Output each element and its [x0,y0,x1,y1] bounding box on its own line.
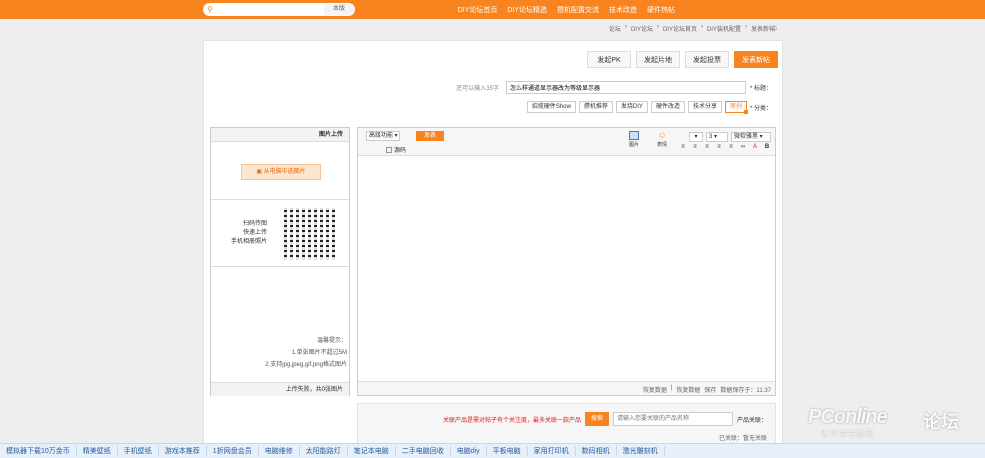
bottom-link[interactable]: 数码相机 [576,446,617,456]
product-label: 产品关联： [736,417,767,424]
post-panel: 发起PK 发起片地 发起投票 发表新帖 还可以输入35字 * 标题： 招揽硬件S… [203,40,783,446]
title-label: * 标题： [749,86,772,92]
product-warning: 关联产品是需对帖子有个关注度，最多关联一款产品 [442,417,581,424]
image-icon [628,131,639,140]
list-icon[interactable]: ≡ [715,144,723,150]
bold-icon[interactable]: B [763,144,771,150]
topnav-item-hot[interactable]: 硬件热帖 [642,5,680,15]
qr-code-icon [284,208,336,260]
emoji-icon: ☺ [657,130,667,140]
category-item[interactable]: 技术分享 [687,101,722,113]
font-color-icon[interactable]: A [751,144,759,150]
topnav-item-config[interactable]: 攒机配置交流 [552,5,604,15]
title-row: 还可以输入35字 * 标题： [456,81,772,94]
font-family-select[interactable]: 微软雅黑 ▾ [731,132,771,142]
topnav-item-home[interactable]: DIY论坛首页 [453,5,503,15]
upload-header: 图片上传 [211,128,349,142]
align-icon[interactable]: ≡ [679,144,687,150]
bottom-link[interactable]: 模拟器下载10万金币 [0,446,77,456]
category-item[interactable]: 硬件改造 [650,101,685,113]
list-icon[interactable]: ≡ [727,144,735,150]
bottom-link[interactable]: 太阳能路灯 [300,446,348,456]
bottom-link[interactable]: 手机壁纸 [118,446,159,456]
editor-content-area[interactable] [358,156,775,381]
link-icon[interactable]: ∞ [739,144,747,150]
source-checkbox[interactable] [386,146,392,153]
product-search-row: 关联产品是需对帖子有个关注度，最多关联一款产品 搜索 产品关联： [443,412,767,426]
title-input[interactable] [505,81,746,94]
editor-status-text: 恢复数据 | 恢复数据 保存 数据保存于：11:37 [642,385,771,394]
search-scope-select[interactable]: 本版 [324,4,354,15]
bottom-link[interactable]: 精美壁纸 [77,446,118,456]
breadcrumb-item[interactable]: 论坛 [609,24,621,33]
bottom-link[interactable]: 二手电脑回收 [396,446,451,456]
product-link-section: 关联产品是需对帖子有个关注度，最多关联一款产品 搜索 产品关联： 已关联：暂无关… [357,403,776,446]
category-item[interactable]: 攒机推荐 [578,101,613,113]
bottom-link[interactable]: 电脑维修 [259,446,300,456]
watermark-sub-text: 太平洋电脑网 [821,431,875,438]
bottom-link[interactable]: 平板电脑 [487,446,528,456]
category-item[interactable]: 发烧DIY [615,101,648,113]
post-type-tabs: 发起PK 发起片地 发起投票 发表新帖 [587,51,778,68]
breadcrumb: 论坛 › DIY论坛 › DIY论坛首页 › DIY装机配置 › 发表新帖 [608,24,775,33]
source-toggle[interactable]: 源码 [386,145,406,154]
watermark-logo-text: PConline [808,406,888,428]
search-box[interactable]: ⚲ 本版 [203,3,355,16]
category-item[interactable]: 招揽硬件Show [526,101,576,113]
editor-status-bar: 恢复数据 | 恢复数据 保存 数据保存于：11:37 [358,381,775,395]
upload-from-pc-button[interactable]: ▣ 从电脑中选图片 [241,164,321,180]
align-icon[interactable]: ≡ [703,144,711,150]
qr-upload-section: 扫码传图 快速上传 手机相册照片 [211,200,349,267]
top-nav: DIY论坛首页 DIY论坛精选 攒机配置交流 技术改造 硬件热帖 [453,0,680,19]
upload-tips: 温馨提示： 1.单张图片不超过5M 2.支持jpg,jpeg,gif,png格式… [265,338,347,368]
category-item-selected[interactable]: 原创 [724,101,749,114]
bottom-link[interactable]: 笔记本电脑 [348,446,396,456]
bottom-link[interactable]: 家用打印机 [528,446,576,456]
bottom-link[interactable]: 电脑diy [451,446,487,456]
tab-pk[interactable]: 发起PK [587,51,631,68]
topnav-item-featured[interactable]: DIY论坛精选 [502,5,552,15]
product-linked-text: 已关联：暂无关联 [718,436,767,442]
bottom-link-bar: 模拟器下载10万金币 精美壁纸 手机壁纸 游戏本推荐 1折网盘会员 电脑维修 太… [0,443,985,458]
rich-text-editor: 高级功能 ▾ 发表 源码 图片 ☺ 表情 ▾ 3 ▾ 微软雅黑 ▾ ≡ ≡ ≡ … [357,127,776,396]
upload-footer: 上传失败，共0张图片 [211,382,349,396]
insert-emoji-button[interactable]: ☺ 表情 [657,130,667,148]
advanced-features-dropdown[interactable]: 高级功能 ▾ [366,131,400,141]
format-button-row: ≡ ≡ ≡ ≡ ≡ ∞ A B [679,144,771,150]
bottom-link[interactable]: 激光雕刻机 [617,446,665,456]
watermark-forum-text: 论坛 [923,412,959,432]
breadcrumb-current: 发表新帖 [750,27,775,33]
tab-vote[interactable]: 发起片地 [636,51,680,68]
pconline-watermark: PConline 太平洋电脑网 论坛 [793,400,973,440]
bottom-link[interactable]: 游戏本推荐 [159,446,207,456]
top-bar: ⚲ 本版 DIY论坛首页 DIY论坛精选 攒机配置交流 技术改造 硬件热帖 [0,0,985,19]
qr-text: 扫码传图 快速上传 手机相册照片 [231,221,268,245]
upload-from-pc-section: ▣ 从电脑中选图片 [211,142,349,200]
bottom-link[interactable]: 1折网盘会员 [207,446,259,456]
category-label: * 分类： [749,105,772,112]
category-row: 招揽硬件Show 攒机推荐 发烧DIY 硬件改造 技术分享 原创 * 分类： [526,101,772,114]
tab-image-post[interactable]: 发起投票 [685,51,729,68]
breadcrumb-item[interactable]: DIY论坛 [631,24,653,33]
product-search-button[interactable]: 搜索 [584,412,609,426]
publish-button[interactable]: 发表 [416,131,444,141]
breadcrumb-item[interactable]: DIY装机配置 [707,24,741,33]
insert-image-button[interactable]: 图片 [628,130,639,148]
editor-toolbar: 高级功能 ▾ 发表 源码 图片 ☺ 表情 ▾ 3 ▾ 微软雅黑 ▾ ≡ ≡ ≡ … [358,128,775,156]
tab-new-post[interactable]: 发表新帖 [734,51,778,68]
product-search-input[interactable] [612,412,733,426]
breadcrumb-item[interactable]: DIY论坛首页 [663,24,697,33]
upload-tips-section: 温馨提示： 1.单张图片不超过5M 2.支持jpg,jpeg,gif,png格式… [211,267,349,382]
title-hint: 还可以输入35字 [456,86,499,92]
topnav-item-mod[interactable]: 技术改造 [604,5,642,15]
search-input[interactable] [217,4,324,15]
search-icon[interactable]: ⚲ [203,5,217,14]
align-icon[interactable]: ≡ [691,144,699,150]
format-dropdown[interactable]: ▾ [689,132,703,142]
font-size-select[interactable]: 3 ▾ [706,132,728,142]
image-upload-panel: 图片上传 ▣ 从电脑中选图片 扫码传图 快速上传 手机相册照片 温馨提示： 1.… [210,127,350,396]
